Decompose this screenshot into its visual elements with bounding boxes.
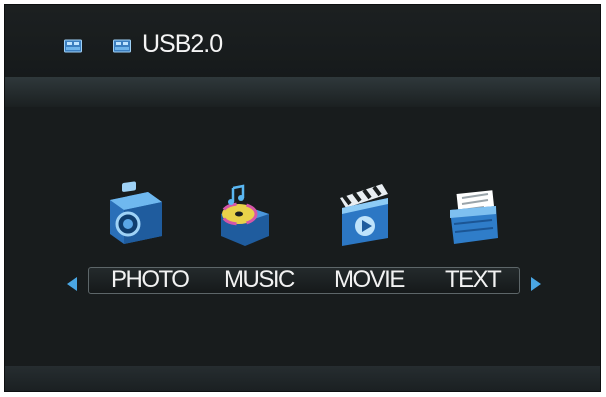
- header-bar: [5, 5, 600, 77]
- arrow-right-icon[interactable]: [531, 277, 541, 291]
- menu-item-photo[interactable]: [102, 180, 170, 250]
- usb-drive-icon[interactable]: [113, 38, 131, 53]
- document-folder-icon: [450, 190, 498, 244]
- clapperboard-icon: [340, 184, 388, 246]
- menu-item-music[interactable]: [211, 180, 279, 250]
- menu-label-photo[interactable]: PHOTO: [111, 265, 190, 295]
- header-divider: [5, 77, 600, 107]
- usb-drive-icon[interactable]: [64, 38, 82, 53]
- usb-media-menu-screen: USB2.0 PHOTO MUSIC MOVIE TEXT: [4, 4, 601, 392]
- usb-title: USB2.0: [142, 30, 223, 58]
- arrow-left-icon[interactable]: [67, 277, 77, 291]
- camera-icon: [110, 181, 162, 244]
- menu-label-text[interactable]: TEXT: [445, 265, 502, 295]
- menu-label-music[interactable]: MUSIC: [224, 265, 295, 295]
- menu-item-text[interactable]: [440, 180, 508, 250]
- menu-label-movie[interactable]: MOVIE: [334, 265, 405, 295]
- music-disc-icon: [220, 184, 269, 246]
- footer-bar: [5, 366, 600, 391]
- menu-item-movie[interactable]: [330, 180, 398, 250]
